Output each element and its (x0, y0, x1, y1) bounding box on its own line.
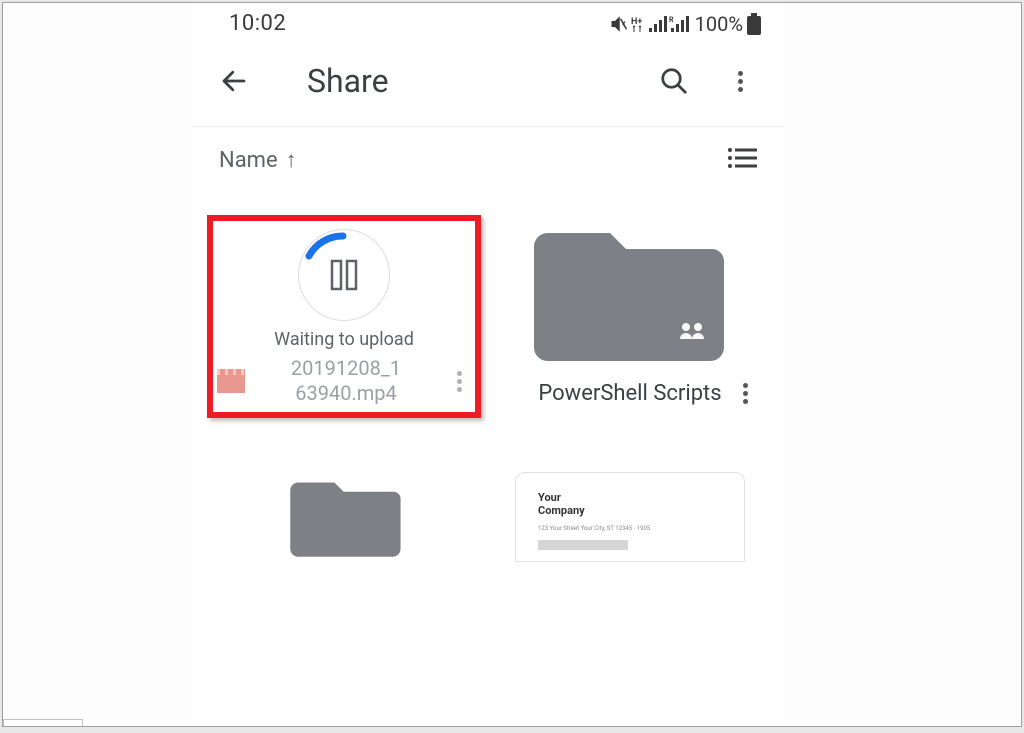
search-button[interactable] (655, 62, 693, 100)
svg-text:R: R (669, 16, 674, 24)
view-toggle-list-button[interactable] (727, 147, 757, 173)
folder-icon (246, 472, 446, 562)
page-title: Share (307, 62, 389, 100)
status-bar: 10:02 H+ R 100% (193, 3, 783, 42)
file-name: 20191208_1 63940.mp4 (245, 356, 447, 406)
app-bar: Share (193, 42, 783, 127)
progress-spinner-icon (299, 230, 387, 318)
status-time: 10:02 (229, 11, 286, 36)
svg-text:H+: H+ (631, 17, 642, 27)
hplus-data-icon: H+ (631, 15, 647, 33)
file-grid: Waiting to upload 20191208_1 63940.mp4 (193, 191, 783, 562)
battery-icon (747, 13, 761, 35)
video-file-icon (217, 369, 245, 393)
status-right: H+ R 100% (609, 12, 761, 36)
back-button[interactable] (217, 64, 251, 98)
list-view-icon (727, 147, 757, 169)
more-menu-button[interactable] (721, 62, 759, 100)
search-icon (659, 66, 689, 96)
grid-item-folder-powershell[interactable]: PowerShell Scripts (495, 215, 765, 418)
shared-folder-icon (530, 215, 730, 370)
more-vert-icon (457, 371, 462, 392)
mute-icon (609, 15, 629, 33)
doc-thumbnail: YourCompany 123 Your Street Your City, S… (515, 472, 745, 562)
sort-row: Name ↑ (193, 127, 783, 191)
grid-item-document[interactable]: YourCompany 123 Your Street Your City, S… (495, 472, 765, 562)
item-more-button[interactable] (733, 383, 757, 404)
battery-percent: 100% (695, 12, 743, 36)
upload-progress-thumb[interactable] (298, 229, 390, 321)
more-vert-icon (738, 71, 743, 92)
more-vert-icon (743, 383, 748, 404)
item-more-button[interactable] (447, 371, 471, 392)
back-arrow-icon (219, 66, 249, 96)
grid-item-uploading-video[interactable]: Waiting to upload 20191208_1 63940.mp4 (207, 215, 481, 418)
signal1-icon (649, 16, 667, 32)
phone-screen: 10:02 H+ R 100% Shar (193, 3, 783, 726)
signal2-roaming-icon: R (669, 16, 689, 32)
sort-label[interactable]: Name (219, 148, 278, 173)
folder-name: PowerShell Scripts (527, 380, 733, 408)
window-tab-stub (3, 719, 83, 726)
sort-direction-icon[interactable]: ↑ (286, 147, 297, 173)
grid-item-folder[interactable] (211, 472, 481, 562)
upload-status-text: Waiting to upload (274, 329, 414, 350)
